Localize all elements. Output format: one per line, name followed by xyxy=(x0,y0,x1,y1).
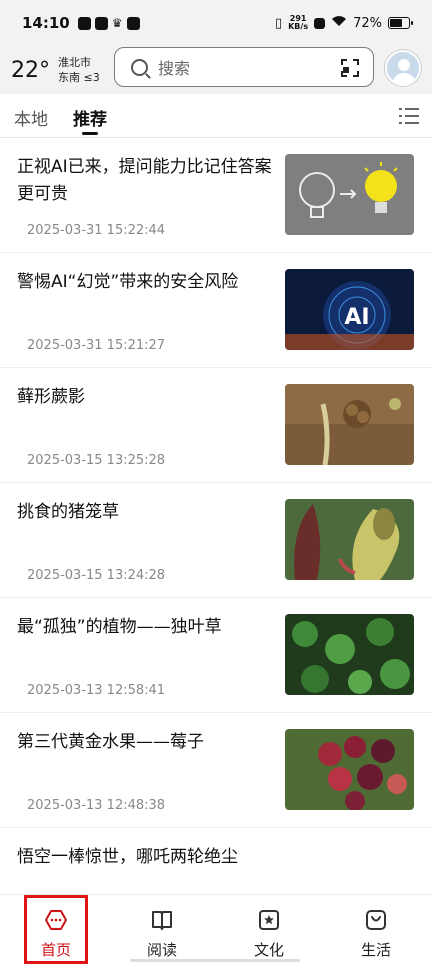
pitcher-plant-image xyxy=(285,499,414,580)
ai-globe-image: AI xyxy=(285,269,414,350)
news-item[interactable]: 藓形蕨影 2025-03-15 13:25:28 xyxy=(0,368,432,483)
nav-label: 生活 xyxy=(360,941,391,959)
sim-icon xyxy=(314,17,326,29)
search-input[interactable]: 搜索 xyxy=(114,47,374,87)
bag-icon xyxy=(364,908,388,932)
video-app-icon xyxy=(94,16,108,30)
nav-culture[interactable]: 文化 xyxy=(215,895,323,964)
news-title: 警惕AI“幻觉”带来的安全风险 xyxy=(17,272,239,292)
star-badge-icon xyxy=(257,908,281,932)
battery-percent: 72% xyxy=(353,15,382,31)
news-title: 挑食的猪笼草 xyxy=(17,502,119,522)
search-placeholder: 搜索 xyxy=(158,59,191,78)
news-title: 悟空一棒惊世，哪吒两轮绝尘 xyxy=(17,847,238,867)
home-highlight-box xyxy=(24,895,88,964)
news-item[interactable]: 悟空一棒惊世，哪吒两轮绝尘 xyxy=(0,828,432,894)
nav-life[interactable]: 生活 xyxy=(322,895,430,964)
news-date: 2025-03-13 12:48:38 xyxy=(27,798,166,813)
notification-icons: ♛ xyxy=(77,16,140,30)
status-time: 14:10 xyxy=(22,14,70,32)
weather-meta[interactable]: 淮北市 东南 ≤3 xyxy=(58,55,100,85)
book-icon xyxy=(150,908,174,932)
net-speed-unit: KB/s xyxy=(288,22,309,31)
gesture-bar[interactable] xyxy=(130,959,300,962)
news-item[interactable]: 警惕AI“幻觉”带来的安全风险 2025-03-31 15:21:27 AI xyxy=(0,253,432,368)
bottom-nav: 首页 阅读 文化 生活 xyxy=(0,894,432,964)
tiktok-icon xyxy=(126,16,140,30)
news-item[interactable]: 第三代黄金水果——莓子 2025-03-13 12:48:38 xyxy=(0,713,432,828)
news-list[interactable]: 正视AI已来，提问能力比记住答案更可贵 2025-03-31 15:22:44 … xyxy=(0,138,432,894)
news-title: 最“孤独”的植物——独叶草 xyxy=(17,617,222,637)
status-right: ▯ 291 KB/s 72% xyxy=(274,15,413,31)
news-item[interactable]: 正视AI已来，提问能力比记住答案更可贵 2025-03-31 15:22:44 xyxy=(0,138,432,253)
avatar[interactable] xyxy=(385,50,421,86)
crown-icon: ♛ xyxy=(111,16,123,30)
news-date: 2025-03-15 13:24:28 xyxy=(27,568,166,583)
battery-icon xyxy=(388,17,413,29)
tab-recommend[interactable]: 推荐 xyxy=(73,105,107,130)
news-title: 藓形蕨影 xyxy=(17,387,85,407)
news-item[interactable]: 挑食的猪笼草 2025-03-15 13:24:28 xyxy=(0,483,432,598)
channel-tabs: 本地 推荐 xyxy=(0,94,432,138)
clover-image xyxy=(285,614,414,695)
nav-read[interactable]: 阅读 xyxy=(108,895,216,964)
app-notification-icon xyxy=(77,16,91,30)
news-date: 2025-03-15 13:25:28 xyxy=(27,453,166,468)
tab-local[interactable]: 本地 xyxy=(14,105,48,130)
search-icon xyxy=(131,58,148,76)
nav-label: 阅读 xyxy=(146,941,177,959)
lightbulb-image xyxy=(285,154,414,235)
temperature[interactable]: 22° xyxy=(11,58,50,83)
scan-icon[interactable] xyxy=(341,59,359,77)
berry-image xyxy=(285,729,414,810)
news-date: 2025-03-31 15:22:44 xyxy=(27,223,166,238)
wifi-icon xyxy=(331,15,347,31)
city-label: 淮北市 xyxy=(58,56,91,69)
channel-list-icon[interactable] xyxy=(399,108,419,124)
vibrate-icon: ▯ xyxy=(274,15,283,31)
fern-image xyxy=(285,384,414,465)
wind-label: 东南 ≤3 xyxy=(58,71,100,84)
nav-label: 文化 xyxy=(253,941,284,959)
news-title: 第三代黄金水果——莓子 xyxy=(17,732,204,752)
news-date: 2025-03-13 12:58:41 xyxy=(27,683,166,698)
news-date: 2025-03-31 15:21:27 xyxy=(27,338,166,353)
news-item[interactable]: 最“孤独”的植物——独叶草 2025-03-13 12:58:41 xyxy=(0,598,432,713)
net-speed: 291 KB/s xyxy=(288,15,308,31)
active-tab-indicator xyxy=(82,132,98,135)
svg-text:AI: AI xyxy=(344,305,369,330)
status-bar: 14:10 ♛ ▯ 291 KB/s 72% xyxy=(0,0,432,46)
header: 22° 淮北市 东南 ≤3 搜索 xyxy=(0,46,432,94)
news-title: 正视AI已来，提问能力比记住答案更可贵 xyxy=(17,157,272,204)
